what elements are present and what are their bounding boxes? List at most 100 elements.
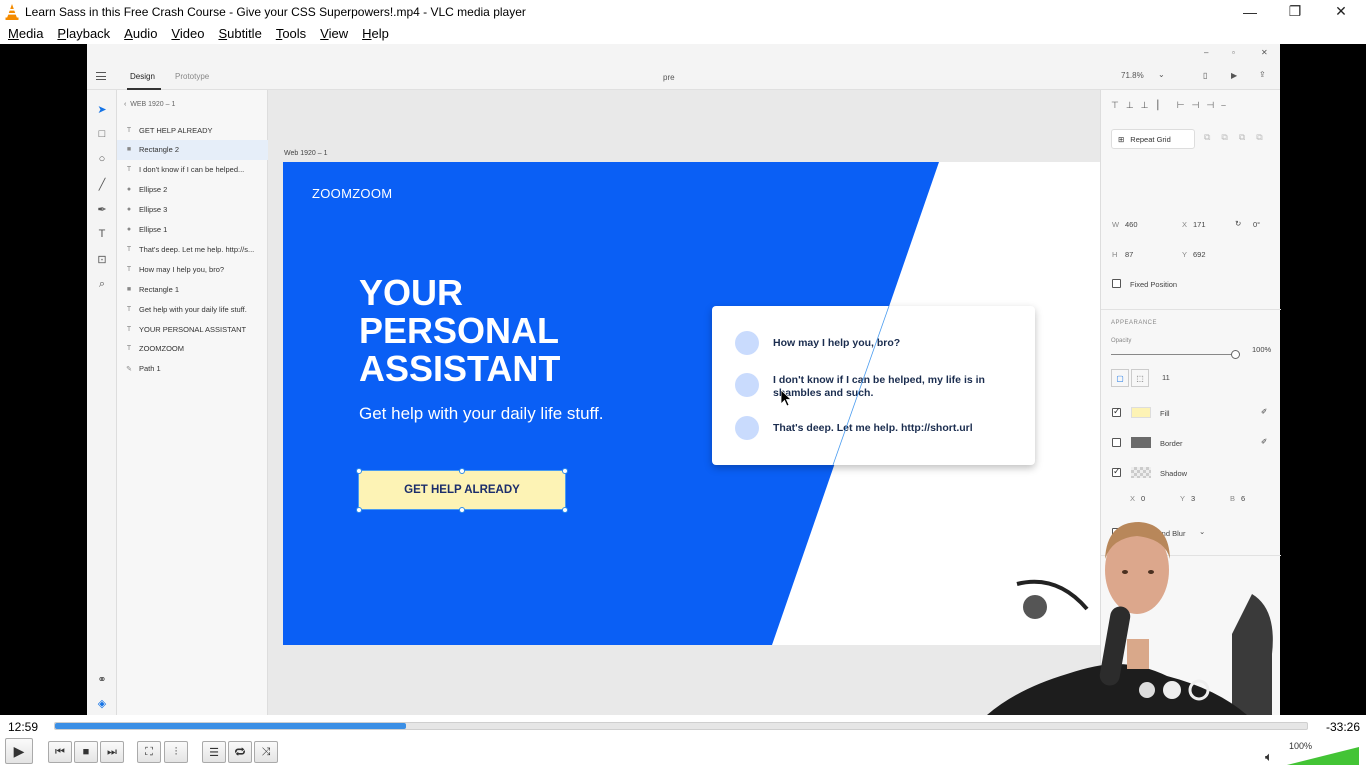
menu-help[interactable]: Help: [362, 26, 389, 41]
remaining-time[interactable]: -33:26: [1326, 720, 1360, 734]
shadow-x-label: X: [1130, 494, 1136, 503]
shadow-b-value: 6: [1241, 494, 1246, 503]
next-icon: ⏭: [107, 745, 117, 758]
webcam-presenter-image: [987, 522, 1273, 715]
minimize-button[interactable]: —: [1227, 0, 1273, 23]
w-label: W: [1112, 220, 1120, 229]
device-preview-icon: ▯: [1203, 71, 1208, 80]
layers-icon: ◈: [97, 697, 107, 710]
zoom-tool-icon: ⌕: [98, 277, 106, 290]
menu-subtitle[interactable]: Subtitle: [218, 26, 261, 41]
vlc-cone-icon: [5, 3, 19, 20]
menu-bar: Media Playback Audio Video Subtitle Tool…: [0, 23, 1366, 44]
layer-item: T ZOOMZOOM: [117, 339, 268, 359]
appearance-heading: APPEARANCE: [1111, 320, 1158, 326]
seek-slider[interactable]: [54, 722, 1308, 730]
playlist-icon: ☰: [209, 746, 219, 759]
border-label: Border: [1160, 439, 1183, 448]
speaker-icon[interactable]: 🔈︎: [1265, 749, 1273, 765]
fixed-position-label: Fixed Position: [1130, 280, 1178, 289]
y-value: 692: [1193, 250, 1206, 259]
opacity-value: 100%: [1252, 345, 1272, 354]
shuffle-button[interactable]: ⤨: [254, 741, 278, 763]
fill-label: Fill: [1160, 409, 1170, 418]
share-icon: ⇪: [1259, 70, 1266, 79]
minimize-icon: —: [1243, 3, 1257, 20]
layer-item: ■ Rectangle 1: [117, 279, 268, 299]
shuffle-icon: ⤨: [261, 745, 271, 758]
text-layer-icon: T: [126, 265, 132, 273]
restore-icon: ❐: [1288, 3, 1302, 19]
align-icons: ⊤⊥⊥⎮ ⊢⊣⊣⎯: [1111, 100, 1233, 110]
artboard-label: Web 1920 – 1: [284, 150, 328, 157]
text-layer-icon: T: [126, 345, 132, 353]
x-label: X: [1182, 220, 1188, 229]
restore-button[interactable]: ❐: [1272, 0, 1318, 23]
border-swatch: [1131, 437, 1151, 448]
path-layer-icon: ✎: [126, 365, 132, 373]
stop-button[interactable]: ■: [74, 741, 98, 763]
text-tool-icon: T: [98, 228, 106, 240]
video-surface[interactable]: Design Prototype pre 71.8% ⌄ ▯ ▶ ⇪ – ▫ ✕…: [0, 44, 1366, 715]
shadow-b-label: B: [1230, 494, 1236, 503]
ellipse-layer-icon: ●: [126, 226, 132, 233]
ellipse-tool-icon: ○: [98, 153, 106, 165]
fullscreen-icon: ⛶: [145, 745, 153, 758]
assets-icon: ⚭: [97, 673, 107, 686]
seek-row: 12:59 -33:26: [0, 715, 1366, 737]
layer-label: Rectangle 1: [139, 284, 180, 294]
menu-media[interactable]: Media: [8, 26, 43, 41]
play-button[interactable]: ▶: [5, 738, 33, 764]
loop-button[interactable]: 🔁︎: [228, 741, 252, 763]
zoom-level: 71.8%: [1121, 71, 1144, 80]
loop-icon: 🔁︎: [234, 747, 246, 759]
close-button[interactable]: ✕: [1318, 0, 1364, 23]
xd-maximize-icon: ▫: [1232, 48, 1235, 57]
document-name: pre: [663, 73, 675, 82]
tab-prototype: Prototype: [175, 72, 210, 81]
next-button[interactable]: ⏭: [100, 741, 124, 763]
previous-button[interactable]: ⏮: [48, 741, 72, 763]
menu-view[interactable]: View: [320, 26, 348, 41]
menu-playback[interactable]: Playback: [57, 26, 110, 41]
rectangle-layer-icon: ■: [126, 146, 132, 154]
rectangle-tool-icon: □: [98, 128, 106, 140]
select-tool-icon: ➤: [97, 103, 107, 116]
layer-item: T Get help with your daily life stuff.: [117, 299, 268, 319]
grid-icon: ⊞: [1118, 134, 1125, 144]
stop-icon: ■: [82, 746, 90, 758]
height-value: 87: [1125, 250, 1134, 259]
menu-tools[interactable]: Tools: [276, 26, 306, 41]
previous-icon: ⏮: [55, 745, 65, 758]
artboard-tool-icon: ⊡: [97, 253, 107, 266]
ellipse-layer-icon: ●: [126, 206, 132, 214]
menu-audio[interactable]: Audio: [124, 26, 157, 41]
mouse-cursor-icon: [781, 390, 793, 407]
layer-label: Get help with your daily life stuff.: [139, 304, 247, 314]
seek-progress: [55, 723, 406, 729]
hamburger-icon: [96, 72, 106, 80]
tab-design: Design: [130, 72, 155, 81]
chevron-down-icon: ⌄: [1158, 70, 1165, 79]
volume-slider[interactable]: [1287, 747, 1359, 765]
layer-label: Ellipse 1: [139, 225, 168, 234]
shadow-y-label: Y: [1180, 494, 1186, 503]
extended-settings-button[interactable]: ⫶: [164, 741, 188, 763]
xd-canvas: Web 1920 – 1 ZOOMZOOM YOUR PERSONAL ASSI…: [268, 90, 1101, 715]
fullscreen-button[interactable]: ⛶: [137, 741, 161, 763]
window-title: Learn Sass in this Free Crash Course - G…: [25, 4, 526, 19]
corner-radius-each-icon: ⬚: [1131, 369, 1149, 387]
playlist-button[interactable]: ☰: [202, 741, 226, 763]
layer-label: YOUR PERSONAL ASSISTANT: [139, 324, 247, 334]
eyedropper-icon: ✐: [1261, 407, 1268, 416]
layer-item: T GET HELP ALREADY: [117, 120, 268, 140]
menu-video[interactable]: Video: [171, 26, 204, 41]
xd-minimize-icon: –: [1204, 48, 1209, 57]
equalizer-icon: ⫶: [174, 745, 178, 758]
layer-item: ✎ Path 1: [117, 359, 268, 379]
xd-close-icon: ✕: [1261, 48, 1268, 57]
rotate-icon: ↻: [1235, 219, 1242, 228]
text-layer-icon: T: [126, 325, 132, 333]
text-layer-icon: T: [126, 126, 132, 134]
layer-label: Path 1: [139, 364, 161, 374]
